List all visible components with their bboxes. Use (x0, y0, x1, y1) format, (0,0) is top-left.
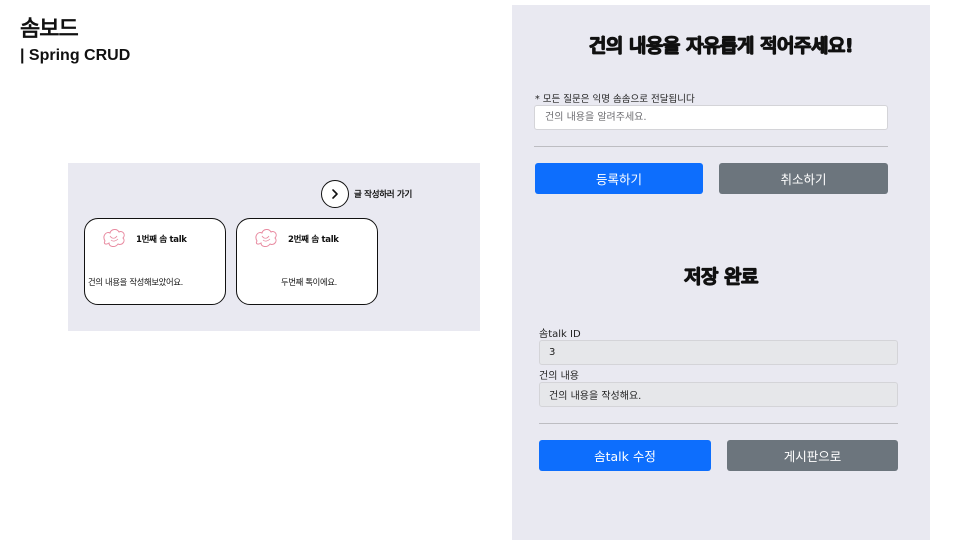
go-to-board-button[interactable]: 게시판으로 (727, 440, 898, 471)
form-heading: 건의 내용을 자유롭게 적어주세요! (588, 35, 854, 57)
write-post-label[interactable]: 글 작성하러 가기 (354, 188, 412, 200)
talk-card-title: 1번째 솜 talk (136, 235, 187, 245)
talk-card[interactable]: 1번째 솜 talk 건의 내용을 작성해보았어요. (84, 218, 226, 305)
content-field: 건의 내용을 작성해요. (539, 382, 898, 407)
talk-card-title: 2번째 솜 talk (288, 235, 339, 245)
divider (534, 146, 888, 147)
cotton-icon (101, 227, 127, 249)
anonymous-notice: * 모든 질문은 익명 솜솜으로 전달됩니다 (535, 94, 695, 105)
suggestion-input[interactable] (534, 105, 888, 130)
chevron-right-icon[interactable] (321, 180, 349, 208)
talk-card-body: 두번째 톡이에요. (281, 277, 338, 287)
page-title: 솜보드 (20, 17, 79, 42)
content-label: 건의 내용 (539, 371, 579, 382)
cancel-button[interactable]: 취소하기 (719, 163, 888, 194)
talk-card-body: 건의 내용을 작성해보았어요. (88, 277, 184, 287)
register-button[interactable]: 등록하기 (535, 163, 703, 194)
write-post-link[interactable]: 글 작성하러 가기 (321, 180, 412, 208)
page-subtitle: | Spring CRUD (20, 47, 131, 64)
divider (539, 423, 898, 424)
talk-id-field: 3 (539, 340, 898, 365)
talk-id-label: 솜talk ID (539, 329, 581, 340)
talk-card[interactable]: 2번째 솜 talk 두번째 톡이에요. (236, 218, 378, 305)
saved-heading: 저장 완료 (683, 266, 759, 288)
form-panel: 건의 내용을 자유롭게 적어주세요! * 모든 질문은 익명 솜솜으로 전달됩니… (512, 5, 930, 540)
cotton-icon (253, 227, 279, 249)
edit-talk-button[interactable]: 솜talk 수정 (539, 440, 711, 471)
board-preview: 글 작성하러 가기 1번째 솜 talk 건의 내용을 작성해보았어요. 2번째… (68, 163, 480, 331)
